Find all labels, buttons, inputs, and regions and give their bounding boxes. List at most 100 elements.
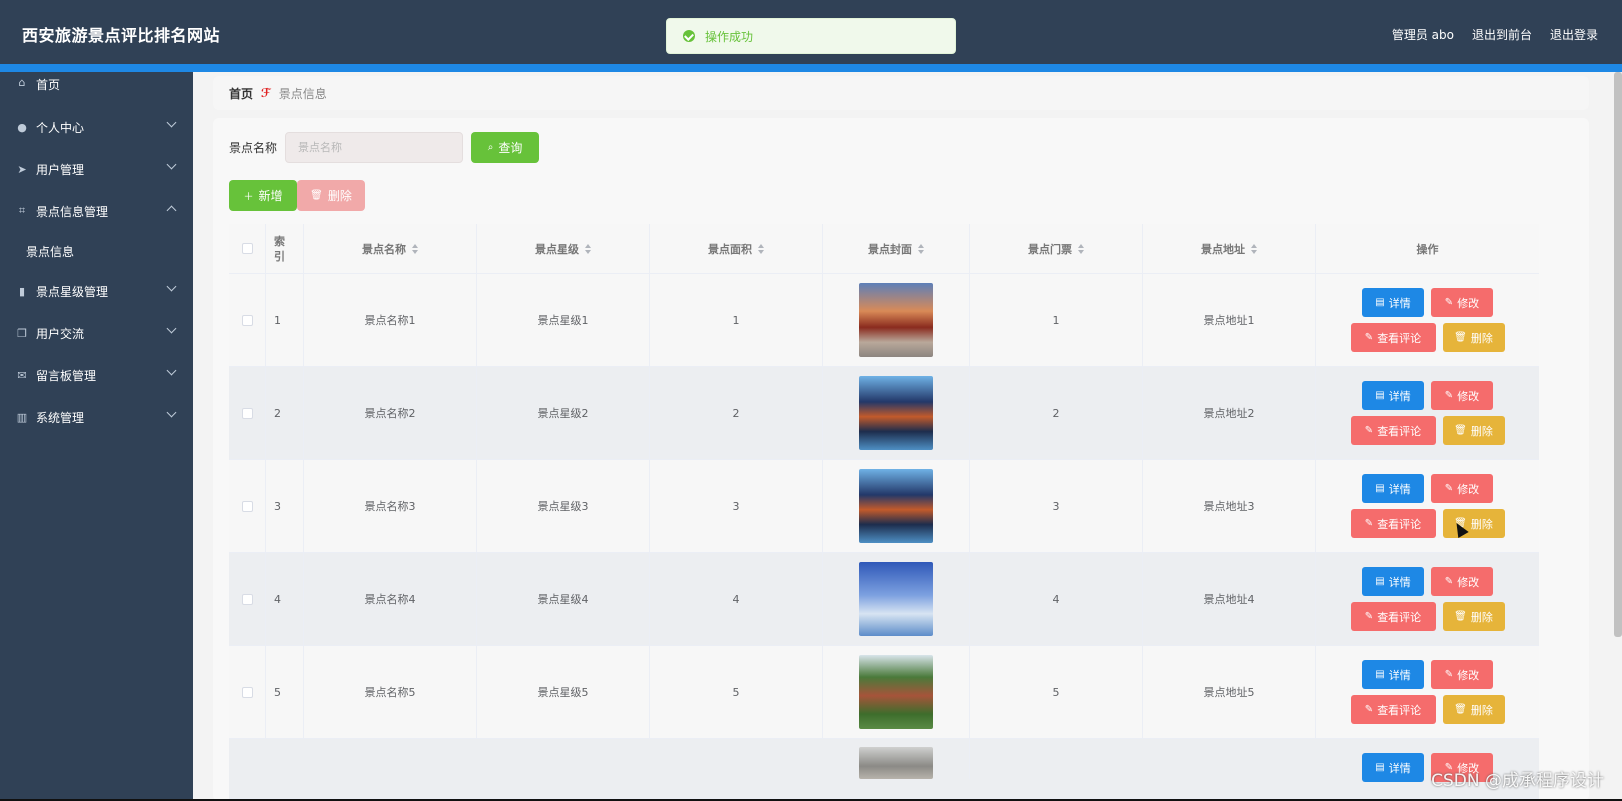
header-name[interactable]: 景点名称 <box>304 224 477 273</box>
vertical-scrollbar[interactable] <box>1614 72 1622 637</box>
table-row: 2 景点名称2 景点星级2 2 2 景点地址2 ▤详情 ✎修改 ✎查看评论 <box>229 367 1539 460</box>
row-checkbox-cell <box>229 553 266 645</box>
sidebar-subitem-spot-info[interactable]: 景点信息 <box>0 232 193 270</box>
detail-button[interactable]: ▤ 详情 <box>1362 288 1424 317</box>
ops-row: ▤ 详情 ✎ 修改 <box>1362 474 1493 503</box>
sidebar-item-users[interactable]: ➤ 用户管理 <box>0 148 193 190</box>
sort-icon[interactable] <box>412 243 418 254</box>
view-reviews-button[interactable]: ✎ 查看评论 <box>1350 416 1436 445</box>
row-index: 4 <box>266 553 304 645</box>
exit-to-front-link[interactable]: 退出到前台 <box>1472 26 1532 43</box>
delete-label: 删除 <box>1470 331 1493 345</box>
edit-button[interactable]: ✎ 修改 <box>1431 381 1493 410</box>
header-ticket[interactable]: 景点门票 <box>970 224 1143 273</box>
delete-button[interactable]: 🗑 删除 <box>1442 416 1505 445</box>
view-reviews-button[interactable]: ✎ 查看评论 <box>1350 695 1436 724</box>
sort-icon[interactable] <box>758 243 764 254</box>
view-reviews-button[interactable]: ✎ 查看评论 <box>1350 602 1436 631</box>
sidebar-item-label: 景点信息管理 <box>36 204 109 219</box>
detail-button[interactable]: ▤ 详情 <box>1362 567 1424 596</box>
header-area[interactable]: 景点面积 <box>650 224 823 273</box>
chevron-down-icon <box>166 281 177 292</box>
add-button[interactable]: ＋ 新增 <box>229 180 297 211</box>
current-user-label: 管理员 abo <box>1391 28 1454 42</box>
sort-icon[interactable] <box>918 243 924 254</box>
sidebar-item-profile[interactable]: ● 个人中心 <box>0 106 193 148</box>
ops-row: ▤ 详情 ✎ 修改 <box>1362 288 1493 317</box>
content-card: 景点名称 ⌕ 查询 ＋ 新增 🗑 删除 索引 景点名称 <box>213 118 1589 801</box>
ops-row: ✎ 查看评论 🗑 删除 <box>1350 416 1505 445</box>
ops-row: ✎ 查看评论 🗑 删除 <box>1350 509 1505 538</box>
header-address[interactable]: 景点地址 <box>1143 224 1316 273</box>
breadcrumb-home[interactable]: 首页 <box>229 85 253 102</box>
row-checkbox[interactable] <box>241 686 253 698</box>
view-reviews-button[interactable]: ✎ 查看评论 <box>1350 323 1436 352</box>
sidebar-item-message-board[interactable]: ✉ 留言板管理 <box>0 354 193 396</box>
ops-row: ✎ 查看评论 🗑 删除 <box>1350 695 1505 724</box>
batch-delete-button[interactable]: 🗑 删除 <box>297 180 365 211</box>
review-label: 查看评论 <box>1377 517 1422 531</box>
edit-button[interactable]: ✎ 修改 <box>1431 660 1493 689</box>
detail-button[interactable]: ▤ 详情 <box>1362 660 1424 689</box>
search-input[interactable] <box>285 132 464 163</box>
edit-label: 修改 <box>1457 389 1480 403</box>
row-checkbox[interactable] <box>241 593 253 605</box>
row-star: 景点星级1 <box>477 274 650 366</box>
sidebar-item-label: 用户交流 <box>36 326 85 341</box>
delete-button[interactable]: 🗑 删除 <box>1442 695 1505 724</box>
row-actions: ▤ 详情 ✎ 修改 ✎ 查看评论 🗑 删除 <box>1316 274 1539 366</box>
sort-icon[interactable] <box>585 243 591 254</box>
header-star[interactable]: 景点星级 <box>477 224 650 273</box>
chevron-up-icon <box>166 205 177 216</box>
header-label: 景点面积 <box>708 242 752 256</box>
sidebar-item-user-exchange[interactable]: ❐ 用户交流 <box>0 312 193 354</box>
sidebar-item-spot-management[interactable]: ⌗ 景点信息管理 <box>0 190 193 232</box>
sort-icon[interactable] <box>1078 243 1084 254</box>
sidebar-item-system[interactable]: ▥ 系统管理 <box>0 396 193 438</box>
delete-button[interactable]: 🗑 删除 <box>1442 323 1505 352</box>
row-cover-cell <box>823 553 970 645</box>
header-cover[interactable]: 景点封面 <box>823 224 970 273</box>
trash-icon: 🗑 <box>1454 611 1467 622</box>
query-button[interactable]: ⌕ 查询 <box>471 132 540 163</box>
row-checkbox[interactable] <box>241 314 253 326</box>
delete-button[interactable]: 🗑 删除 <box>1442 509 1505 538</box>
select-all-checkbox[interactable] <box>241 243 253 254</box>
logout-link[interactable]: 退出登录 <box>1550 26 1598 43</box>
trash-icon: 🗑 <box>1454 704 1467 715</box>
row-cover-cell <box>823 646 970 738</box>
detail-button[interactable]: ▤ 详情 <box>1362 474 1424 503</box>
delete-button[interactable]: 🗑 删除 <box>1442 602 1505 631</box>
row-area: 3 <box>650 460 823 552</box>
cover-image <box>859 747 933 779</box>
sidebar-item-home[interactable]: ⌂ 首页 <box>0 72 193 96</box>
user-icon: ● <box>17 120 27 134</box>
detail-label: 详情 <box>1388 389 1411 403</box>
detail-button[interactable]: ▤ 详情 <box>1362 753 1424 782</box>
row-ticket: 2 <box>970 367 1143 459</box>
row-checkbox[interactable] <box>241 500 253 512</box>
check-circle-icon <box>683 30 695 42</box>
row-area: 5 <box>650 646 823 738</box>
sidebar-item-star-management[interactable]: ▮ 景点星级管理 <box>0 270 193 312</box>
sort-icon[interactable] <box>1251 243 1257 254</box>
edit-label: 修改 <box>1457 482 1480 496</box>
header-label: 景点星级 <box>535 242 579 256</box>
detail-label: 详情 <box>1388 668 1411 682</box>
header-actions: 操作 <box>1316 224 1539 273</box>
edit-button[interactable]: ✎ 修改 <box>1431 474 1493 503</box>
detail-button[interactable]: ▤ 详情 <box>1362 381 1424 410</box>
row-checkbox-cell <box>229 367 266 459</box>
edit-button[interactable]: ✎ 修改 <box>1431 288 1493 317</box>
pencil-icon: ✎ <box>1444 669 1454 680</box>
view-reviews-button[interactable]: ✎ 查看评论 <box>1350 509 1436 538</box>
sidebar-item-label: 首页 <box>36 78 61 92</box>
pencil-icon: ✎ <box>1364 332 1374 343</box>
row-ticket: 1 <box>970 274 1143 366</box>
pencil-icon: ✎ <box>1444 483 1454 494</box>
edit-button[interactable]: ✎ 修改 <box>1431 567 1493 596</box>
pencil-icon: ✎ <box>1444 576 1454 587</box>
edit-label: 修改 <box>1457 575 1480 589</box>
document-icon: ▤ <box>1375 483 1385 494</box>
row-checkbox[interactable] <box>241 407 253 419</box>
